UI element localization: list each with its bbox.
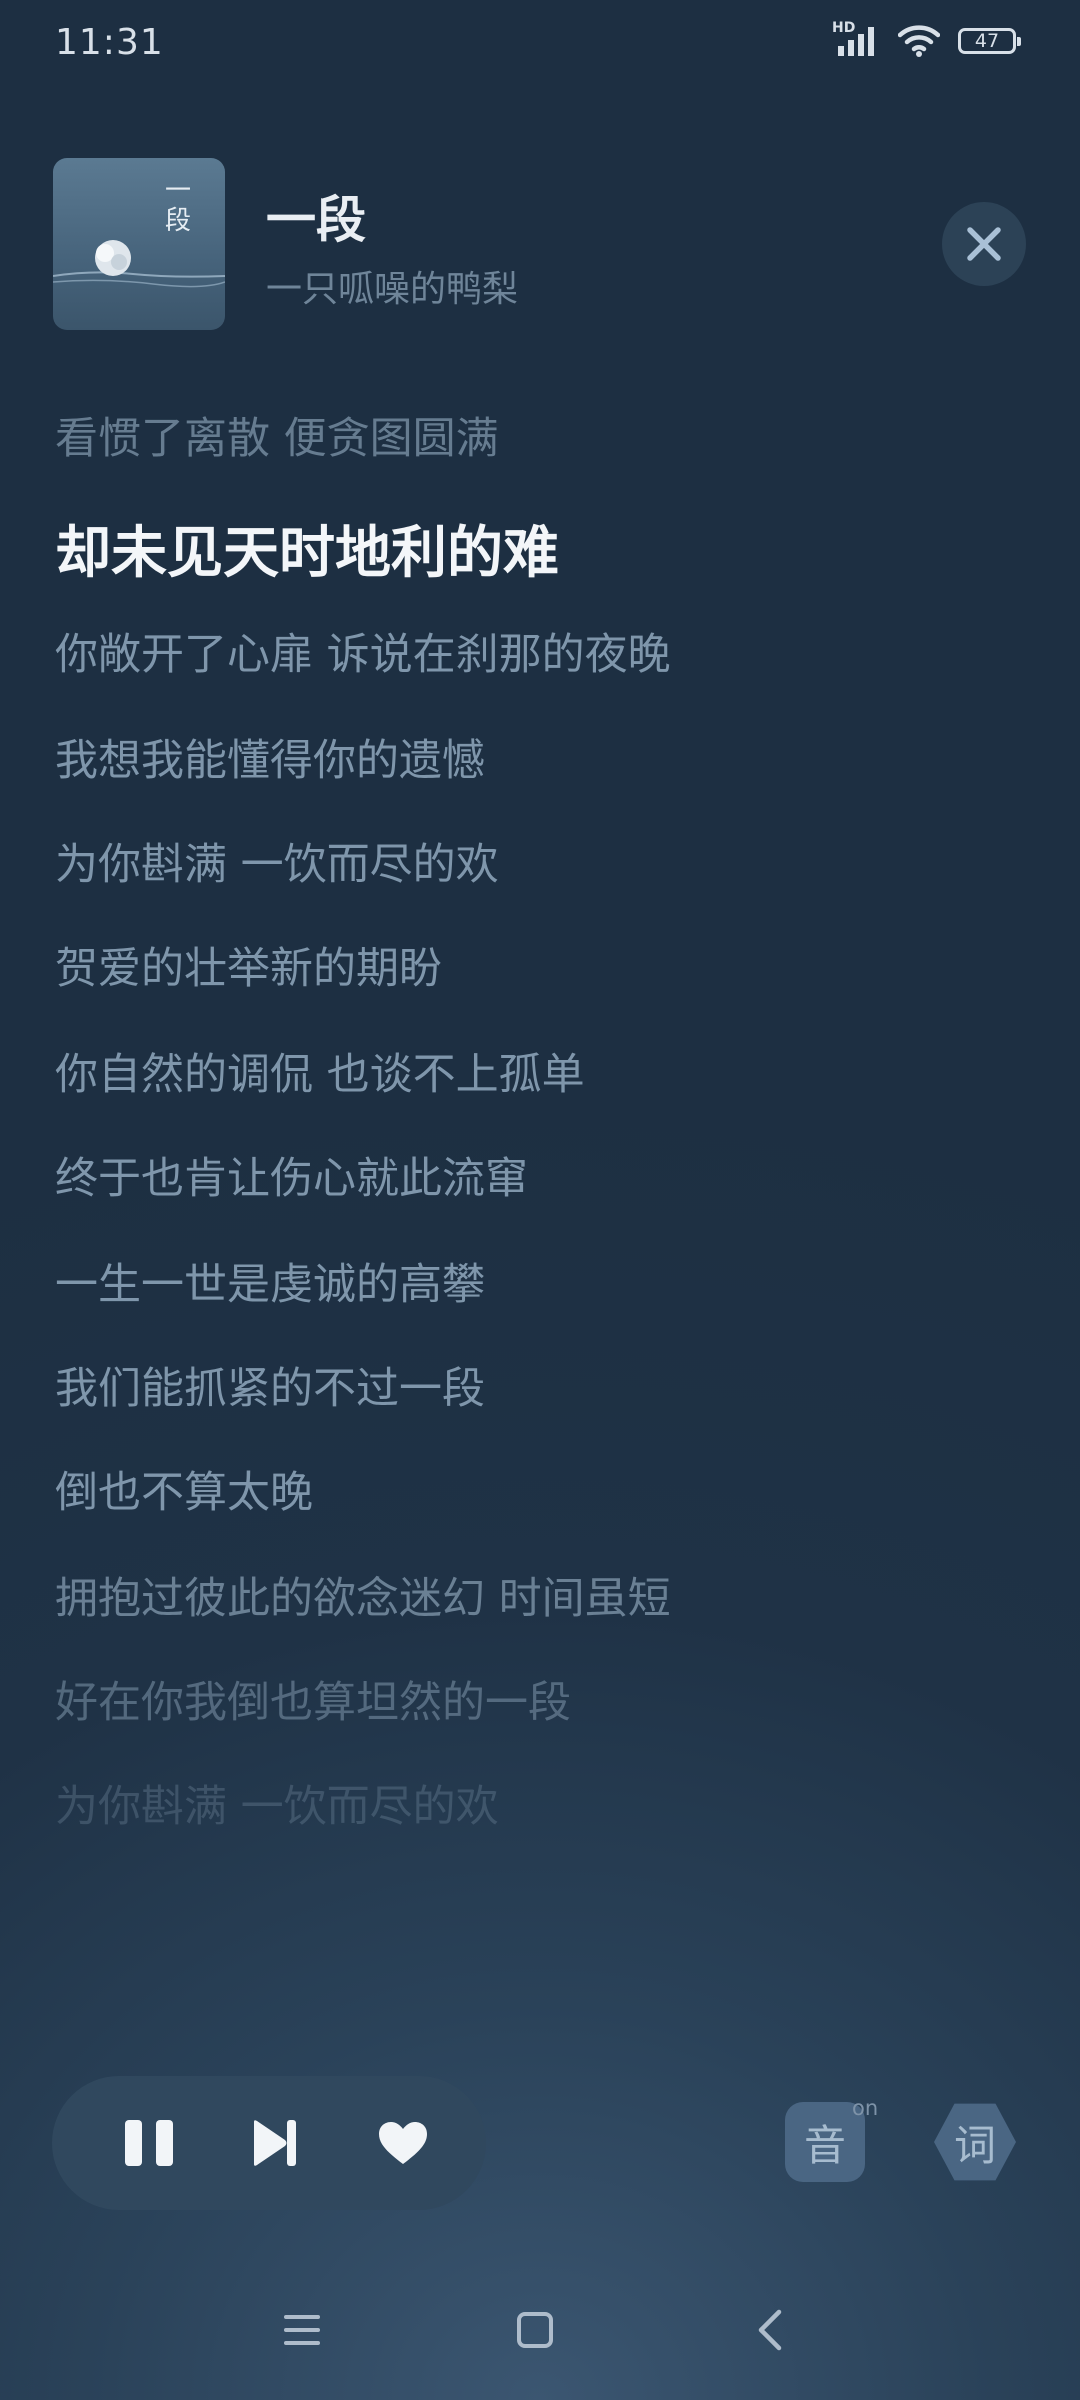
lyric-line[interactable]: 你自然的调侃 也谈不上孤单 bbox=[55, 1040, 585, 1102]
lyric-line[interactable]: 终于也肯让伤心就此流窜 bbox=[55, 1144, 528, 1206]
status-icons: HD 47 bbox=[832, 20, 1021, 58]
lyric-line[interactable]: 倒也不算太晚 bbox=[55, 1458, 313, 1520]
next-button[interactable] bbox=[230, 2076, 320, 2210]
status-time: 11:31 bbox=[55, 22, 164, 63]
lyrics-toggle-label: 词 bbox=[953, 2120, 996, 2170]
lyric-line[interactable]: 好在你我倒也算坦然的一段 bbox=[55, 1668, 571, 1730]
battery-icon: 47 bbox=[958, 28, 1021, 54]
lyric-line[interactable]: 为你斟满 一饮而尽的欢 bbox=[55, 830, 499, 892]
lyric-line[interactable]: 为你斟满 一饮而尽的欢 bbox=[55, 1772, 499, 1834]
album-art-illustration bbox=[53, 240, 225, 288]
lyrics-toggle-button[interactable]: 词 bbox=[934, 2103, 1016, 2181]
pause-icon bbox=[125, 2120, 173, 2166]
lyric-line[interactable]: 我想我能懂得你的遗憾 bbox=[55, 726, 485, 788]
lyric-line[interactable]: 我们能抓紧的不过一段 bbox=[55, 1354, 485, 1416]
pause-button[interactable] bbox=[104, 2076, 194, 2210]
player-controls bbox=[52, 2076, 486, 2210]
close-icon bbox=[967, 227, 1001, 261]
status-bar: 11:31 HD 47 bbox=[0, 0, 1080, 90]
lyric-line[interactable]: 看惯了离散 便贪图圆满 bbox=[55, 404, 499, 466]
nav-home-button[interactable] bbox=[505, 2300, 565, 2360]
nav-back-button[interactable] bbox=[740, 2300, 800, 2360]
next-track-icon bbox=[254, 2120, 296, 2166]
close-button[interactable] bbox=[942, 202, 1026, 286]
album-art[interactable]: 一段 bbox=[53, 158, 225, 330]
current-lyric-line[interactable]: 却未见天时地利的难 bbox=[55, 508, 559, 589]
lyric-line[interactable]: 拥抱过彼此的欲念迷幻 时间虽短 bbox=[55, 1564, 671, 1626]
song-title: 一段 bbox=[266, 191, 366, 249]
battery-level: 47 bbox=[974, 30, 1000, 52]
lyric-line[interactable]: 一生一世是虔诚的高攀 bbox=[55, 1250, 485, 1312]
back-icon bbox=[758, 2309, 782, 2351]
signal-icon: HD bbox=[832, 20, 880, 58]
song-artist[interactable]: 一只呱噪的鸭梨 bbox=[266, 260, 518, 312]
menu-icon bbox=[284, 2315, 320, 2345]
nav-menu-button[interactable] bbox=[272, 2300, 332, 2360]
lyric-line[interactable]: 你敞开了心扉 诉说在刹那的夜晚 bbox=[55, 620, 671, 682]
heart-icon bbox=[379, 2122, 427, 2164]
wifi-icon bbox=[897, 24, 941, 58]
lyric-line[interactable]: 贺爱的壮举新的期盼 bbox=[55, 934, 442, 996]
sound-effect-state: on bbox=[852, 2096, 879, 2120]
like-button[interactable] bbox=[358, 2076, 448, 2210]
sound-effect-label: 音 bbox=[803, 2120, 846, 2170]
home-icon bbox=[517, 2312, 553, 2348]
